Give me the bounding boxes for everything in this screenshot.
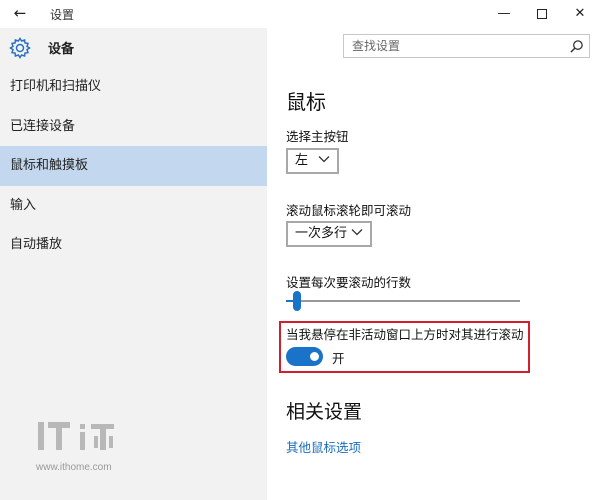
search-input[interactable]	[352, 37, 562, 55]
search-box	[343, 34, 590, 58]
gear-icon	[9, 37, 31, 59]
sidebar: 设备 打印机和扫描仪 已连接设备 鼠标和触摸板 输入 自动播放 www.itho…	[0, 28, 267, 500]
related-settings-title: 相关设置	[286, 401, 363, 423]
watermark-url: www.ithome.com	[36, 462, 112, 473]
page-title: 鼠标	[286, 90, 326, 114]
window-title: 设置	[50, 8, 75, 22]
sidebar-item-printers[interactable]: 打印机和扫描仪	[0, 67, 267, 107]
sidebar-header[interactable]: 设备	[0, 28, 267, 66]
search-icon[interactable]	[569, 39, 584, 54]
scroll-lines-slider[interactable]	[286, 290, 520, 311]
scroll-wheel-dropdown[interactable]: 一次多行	[286, 221, 372, 247]
sidebar-nav: 打印机和扫描仪 已连接设备 鼠标和触摸板 输入 自动播放	[0, 67, 267, 265]
sidebar-item-mouse-touchpad[interactable]: 鼠标和触摸板	[0, 146, 267, 186]
minimize-button[interactable]: —	[484, 0, 524, 28]
main-content: 鼠标 选择主按钮 左 滚动鼠标滚轮即可滚动 一次多行 设置每次要滚动的行数 当我…	[267, 66, 600, 500]
ithome-logo-icon	[38, 422, 114, 450]
slider-thumb[interactable]	[293, 291, 301, 311]
primary-button-dropdown[interactable]: 左	[286, 148, 339, 174]
maximize-button[interactable]	[522, 0, 562, 28]
back-arrow-icon[interactable]: ←	[8, 2, 32, 24]
primary-button-value: 左	[295, 153, 309, 168]
chevron-down-icon	[318, 156, 330, 163]
scroll-lines-label: 设置每次要滚动的行数	[286, 275, 412, 290]
sidebar-item-autoplay[interactable]: 自动播放	[0, 225, 267, 265]
chevron-down-icon	[351, 229, 363, 236]
close-button[interactable]: ✕	[560, 0, 600, 28]
title-bar: ← 设置 — ✕	[0, 0, 600, 28]
other-mouse-options-link[interactable]: 其他鼠标选项	[286, 437, 361, 456]
sidebar-title: 设备	[48, 42, 75, 57]
scroll-wheel-label: 滚动鼠标滚轮即可滚动	[286, 203, 412, 218]
primary-button-label: 选择主按钮	[286, 129, 349, 144]
highlight-annotation	[279, 321, 530, 373]
scroll-wheel-value: 一次多行	[295, 226, 348, 241]
watermark-logo: www.ithome.com	[36, 418, 136, 498]
maximize-icon	[537, 8, 547, 19]
sidebar-item-typing[interactable]: 输入	[0, 186, 267, 226]
slider-track	[286, 300, 520, 302]
sidebar-item-connected-devices[interactable]: 已连接设备	[0, 107, 267, 147]
